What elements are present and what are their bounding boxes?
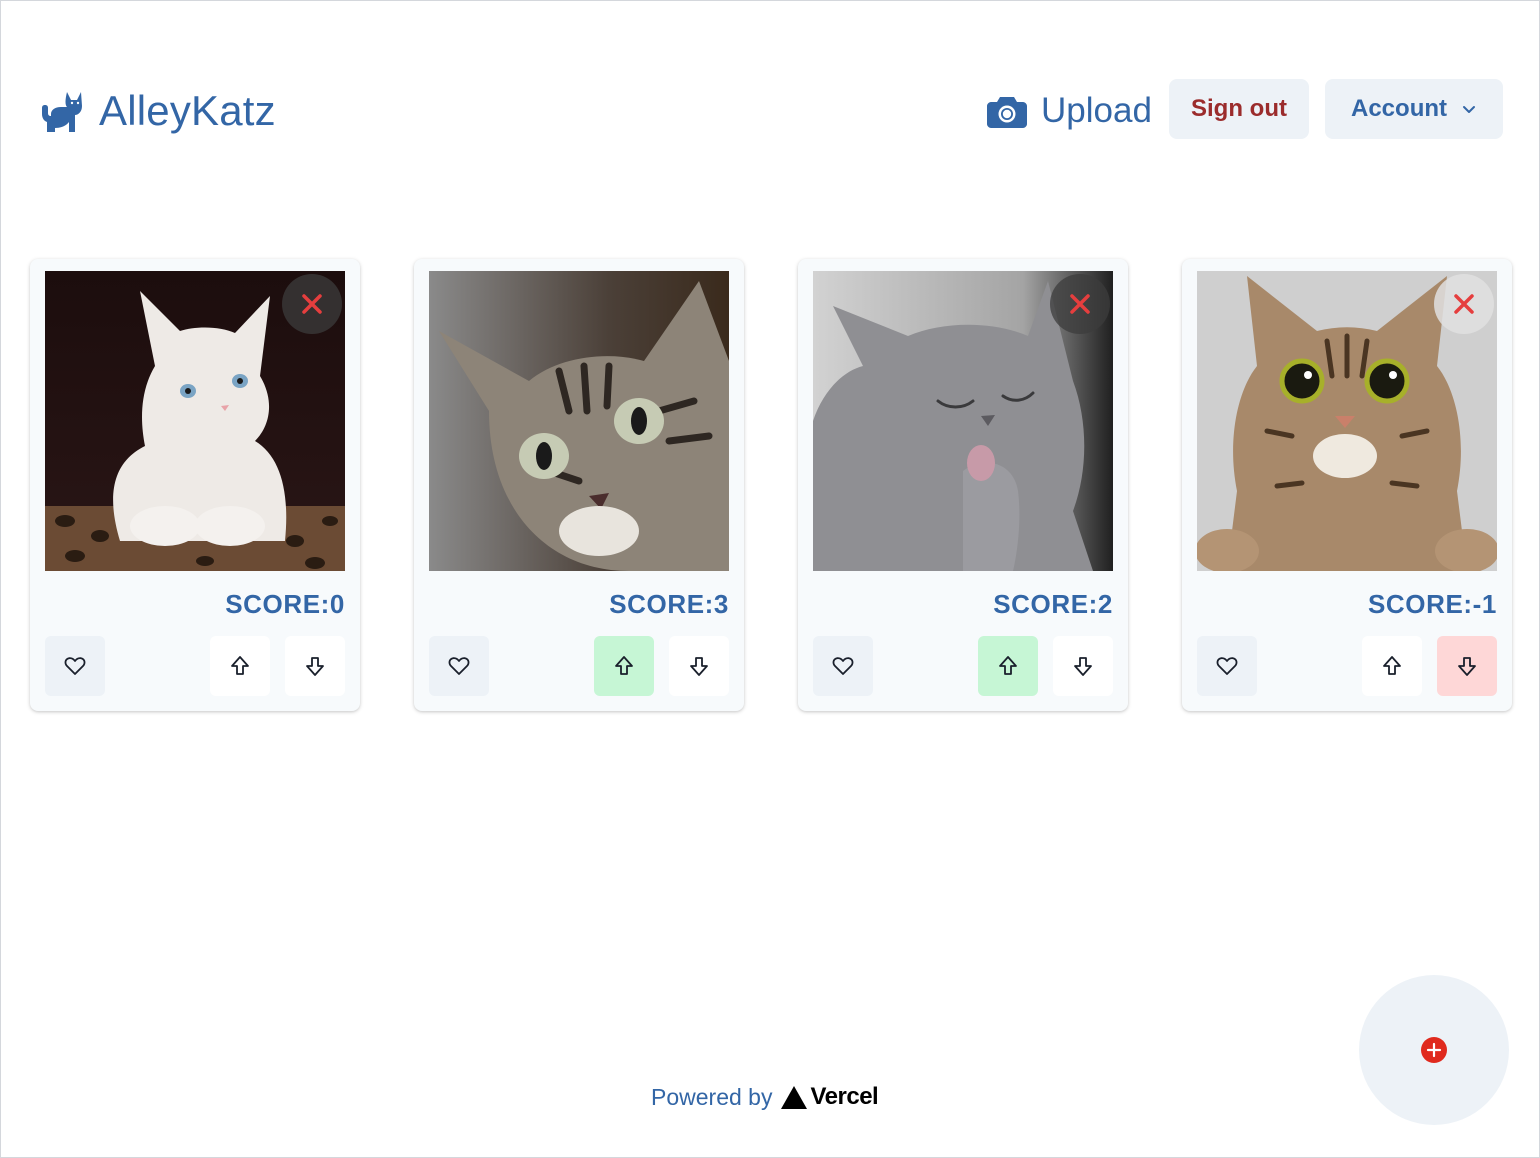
- account-label: Account: [1351, 95, 1447, 122]
- arrow-up-icon: [1380, 654, 1404, 678]
- heart-icon: [831, 654, 855, 678]
- brand-link[interactable]: AlleyKatz: [37, 85, 276, 137]
- downvote-button[interactable]: [669, 636, 729, 696]
- cat-card: SCORE:2: [798, 259, 1128, 711]
- powered-by-link[interactable]: Powered by Vercel: [651, 1079, 879, 1115]
- tabby-cat-photo: [1197, 271, 1497, 571]
- grey-cat-photo: [813, 271, 1113, 571]
- add-button[interactable]: [1359, 975, 1509, 1125]
- score-label: SCORE:2: [993, 589, 1113, 619]
- favorite-button[interactable]: [1197, 636, 1257, 696]
- score-label: SCORE:3: [609, 589, 729, 619]
- tabby-kitten-photo: [429, 271, 729, 571]
- arrow-down-icon: [687, 654, 711, 678]
- upvote-button[interactable]: [1362, 636, 1422, 696]
- arrow-down-icon: [1455, 654, 1479, 678]
- vercel-triangle-icon: [781, 1085, 808, 1109]
- cat-card: SCORE:3: [414, 259, 744, 711]
- delete-button[interactable]: [1434, 274, 1494, 334]
- favorite-button[interactable]: [813, 636, 873, 696]
- arrow-up-icon: [228, 654, 252, 678]
- arrow-up-icon: [996, 654, 1020, 678]
- close-icon: [300, 292, 324, 316]
- vercel-logo: Vercel: [780, 1083, 879, 1111]
- delete-button[interactable]: [1050, 274, 1110, 334]
- upvote-button[interactable]: [210, 636, 270, 696]
- upvote-button[interactable]: [978, 636, 1038, 696]
- camera-icon: [987, 94, 1027, 128]
- powered-by-text: Powered by: [651, 1083, 773, 1110]
- cat-icon: [37, 88, 85, 134]
- favorite-button[interactable]: [429, 636, 489, 696]
- score-label: SCORE:-1: [1367, 589, 1497, 619]
- account-menu-button[interactable]: Account: [1325, 79, 1503, 139]
- close-icon: [1068, 292, 1092, 316]
- arrow-down-icon: [303, 654, 327, 678]
- plus-circle-icon: [1420, 1036, 1448, 1064]
- brand-name: AlleyKatz: [99, 87, 276, 134]
- score-label: SCORE:0: [225, 589, 345, 619]
- downvote-button[interactable]: [1437, 636, 1497, 696]
- cat-card: SCORE:0: [30, 259, 360, 711]
- cat-card: SCORE:-1: [1182, 259, 1512, 711]
- upload-link[interactable]: Upload: [987, 85, 1152, 137]
- heart-icon: [1215, 654, 1239, 678]
- downvote-button[interactable]: [1053, 636, 1113, 696]
- sign-out-button[interactable]: Sign out: [1169, 79, 1309, 139]
- white-kitten-photo: [45, 271, 345, 571]
- app-frame: AlleyKatz Upload Sign out Account SCORE:…: [0, 0, 1540, 1158]
- upvote-button[interactable]: [594, 636, 654, 696]
- arrow-down-icon: [1071, 654, 1095, 678]
- heart-icon: [447, 654, 471, 678]
- chevron-down-icon: [1461, 101, 1477, 117]
- delete-button[interactable]: [282, 274, 342, 334]
- upload-label: Upload: [1041, 91, 1152, 130]
- vercel-wordmark: Vercel: [810, 1083, 879, 1110]
- favorite-button[interactable]: [45, 636, 105, 696]
- close-icon: [1452, 292, 1476, 316]
- arrow-up-icon: [612, 654, 636, 678]
- heart-icon: [63, 654, 87, 678]
- downvote-button[interactable]: [285, 636, 345, 696]
